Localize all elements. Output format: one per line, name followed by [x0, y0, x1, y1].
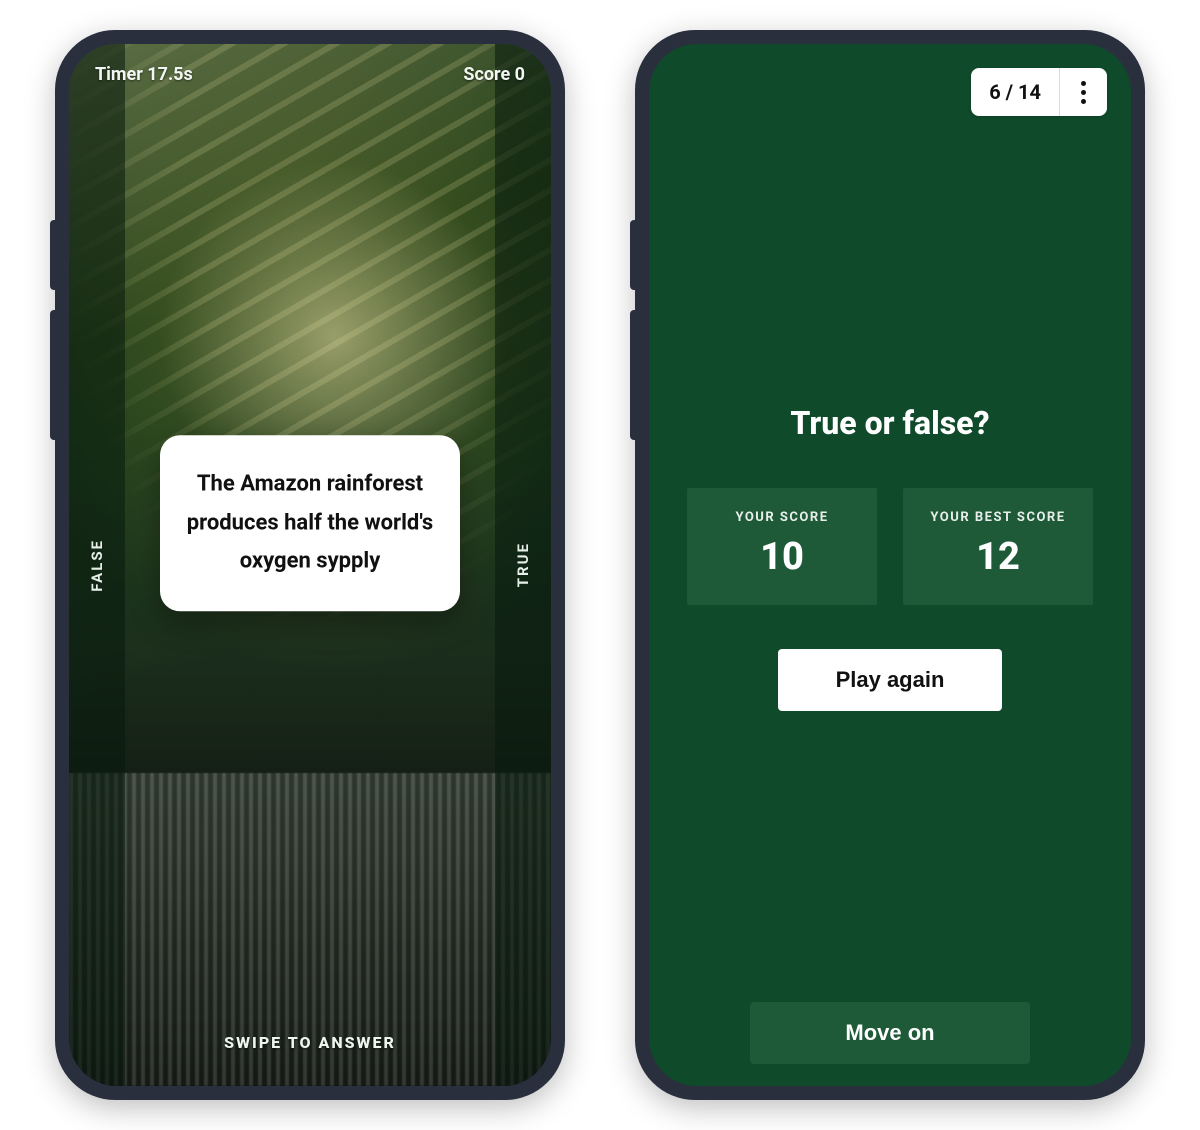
question-card[interactable]: The Amazon rainforest produces half the … [160, 436, 460, 612]
results-title: True or false? [790, 404, 989, 442]
kebab-menu-icon [1081, 81, 1086, 104]
swipe-zone-false[interactable]: FALSE [69, 44, 125, 1086]
status-bar: Timer 17.5s Score 0 [95, 64, 525, 85]
phone-game: FALSE TRUE Timer 17.5s Score 0 The Amazo… [55, 30, 565, 1100]
true-label: TRUE [514, 542, 532, 587]
swipe-zone-true[interactable]: TRUE [495, 44, 551, 1086]
best-score-box: YOUR BEST SCORE 12 [903, 488, 1093, 605]
question-text: The Amazon rainforest produces half the … [187, 472, 433, 574]
best-score-value: 12 [913, 535, 1083, 579]
play-again-button[interactable]: Play again [778, 649, 1003, 711]
menu-button[interactable] [1059, 68, 1107, 116]
your-score-box: YOUR SCORE 10 [687, 488, 877, 605]
your-score-value: 10 [697, 535, 867, 579]
swipe-hint: SWIPE TO ANSWER [69, 1033, 551, 1052]
progress-pill: 6 / 14 [971, 68, 1107, 116]
progress-count: 6 / 14 [971, 68, 1059, 116]
game-screen[interactable]: FALSE TRUE Timer 17.5s Score 0 The Amazo… [69, 44, 551, 1086]
best-score-label: YOUR BEST SCORE [913, 510, 1083, 525]
score-row: YOUR SCORE 10 YOUR BEST SCORE 12 [687, 488, 1093, 605]
move-on-button[interactable]: Move on [750, 1002, 1030, 1064]
false-label: FALSE [88, 539, 106, 592]
score-label: Score 0 [463, 64, 525, 85]
timer-label: Timer 17.5s [95, 64, 193, 85]
phone-results: 6 / 14 True or false? YOUR SCORE 10 YOUR… [635, 30, 1145, 1100]
your-score-label: YOUR SCORE [697, 510, 867, 525]
results-screen: 6 / 14 True or false? YOUR SCORE 10 YOUR… [649, 44, 1131, 1086]
